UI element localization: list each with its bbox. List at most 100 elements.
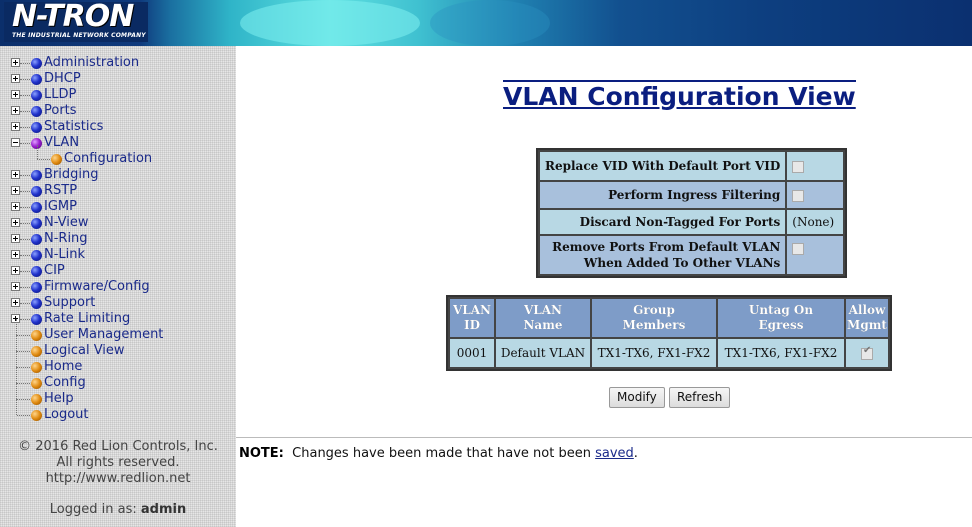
expand-icon[interactable] bbox=[11, 298, 20, 307]
sidebar-item-label[interactable]: Administration bbox=[44, 55, 139, 71]
sidebar-item-label[interactable]: CIP bbox=[44, 263, 65, 279]
tree-connector bbox=[20, 223, 30, 224]
expand-icon[interactable] bbox=[11, 202, 20, 211]
sidebar-item-label[interactable]: LLDP bbox=[44, 87, 76, 103]
allow-mgmt-checkbox[interactable]: ✔ bbox=[861, 345, 873, 360]
sidebar-item-label[interactable]: User Management bbox=[44, 327, 163, 343]
sidebar-item-n-view[interactable]: N-View bbox=[0, 215, 236, 231]
sidebar-item-rstp[interactable]: RSTP bbox=[0, 183, 236, 199]
sidebar-item-label[interactable]: Ports bbox=[44, 103, 77, 119]
modify-button[interactable]: Modify bbox=[609, 387, 665, 408]
remove-ports-checkbox[interactable] bbox=[792, 242, 805, 255]
col-vlan-name: VLAN Name bbox=[496, 299, 590, 337]
sidebar-item-logout[interactable]: Logout bbox=[0, 399, 236, 423]
header-text: VLAN bbox=[523, 303, 563, 317]
sidebar-item-label[interactable]: Support bbox=[44, 295, 95, 311]
sidebar-item-support[interactable]: Support bbox=[0, 295, 236, 311]
tree-connector bbox=[20, 95, 30, 96]
expand-icon[interactable] bbox=[11, 186, 20, 195]
tree-connector bbox=[20, 143, 30, 144]
header-text: Group bbox=[633, 303, 675, 317]
logo-text: N-TRON bbox=[12, 0, 134, 34]
expand-icon[interactable] bbox=[11, 266, 20, 275]
sidebar-item-label[interactable]: VLAN bbox=[44, 135, 79, 151]
tree-connector bbox=[17, 415, 30, 416]
expand-icon[interactable] bbox=[11, 74, 20, 83]
setting-label: Perform Ingress Filtering bbox=[540, 182, 786, 208]
ntron-logo[interactable]: N-TRON THE INDUSTRIAL NETWORK COMPANY bbox=[4, 0, 148, 42]
sidebar-item-label[interactable]: Statistics bbox=[44, 119, 103, 135]
sidebar-item-label[interactable]: N-Link bbox=[44, 247, 85, 263]
sidebar-item-logical-view[interactable]: Logical View bbox=[0, 335, 236, 359]
tree-connector bbox=[37, 145, 38, 159]
orange-bullet-icon bbox=[31, 346, 42, 357]
logo-subtitle: THE INDUSTRIAL NETWORK COMPANY bbox=[12, 32, 146, 39]
saved-link[interactable]: saved bbox=[595, 446, 634, 461]
sidebar-item-home[interactable]: Home bbox=[0, 351, 236, 375]
blue-bullet-icon bbox=[31, 74, 42, 85]
sidebar-item-label[interactable]: N-Ring bbox=[44, 231, 88, 247]
header-text: Allow bbox=[848, 303, 886, 317]
expand-icon[interactable] bbox=[11, 170, 20, 179]
sidebar-item-rate-limiting[interactable]: Rate Limiting bbox=[0, 311, 236, 327]
expand-icon[interactable] bbox=[11, 58, 20, 67]
table-row[interactable]: 0001 Default VLAN TX1-TX6, FX1-FX2 TX1-T… bbox=[450, 339, 888, 367]
sidebar-item-label[interactable]: Bridging bbox=[44, 167, 98, 183]
collapse-icon[interactable] bbox=[11, 138, 20, 147]
expand-icon[interactable] bbox=[11, 218, 20, 227]
sidebar-item-label[interactable]: IGMP bbox=[44, 199, 77, 215]
sidebar-item-igmp[interactable]: IGMP bbox=[0, 199, 236, 215]
sidebar-item-label[interactable]: N-View bbox=[44, 215, 89, 231]
vlan-table: VLAN ID VLAN Name Group Members Untag On Egr… bbox=[446, 295, 892, 371]
note-label: NOTE: bbox=[239, 446, 284, 461]
sidebar-item-cip[interactable]: CIP bbox=[0, 263, 236, 279]
sidebar-item-label[interactable]: Configuration bbox=[64, 151, 152, 167]
tree-connector bbox=[20, 319, 30, 320]
sidebar-item-ports[interactable]: Ports bbox=[0, 103, 236, 119]
sidebar-item-vlan[interactable]: VLAN bbox=[0, 135, 236, 151]
sidebar-item-user-management[interactable]: User Management bbox=[0, 319, 236, 343]
setting-value bbox=[787, 236, 844, 274]
setting-label-line: When Added To Other VLANs bbox=[583, 256, 781, 270]
tree-connector bbox=[20, 79, 30, 80]
sidebar-item-label[interactable]: Firmware/Config bbox=[44, 279, 150, 295]
tree-connector bbox=[20, 175, 30, 176]
sidebar-item-bridging[interactable]: Bridging bbox=[0, 167, 236, 183]
expand-icon[interactable] bbox=[11, 122, 20, 131]
tree-connector bbox=[17, 383, 30, 384]
sidebar-item-administration[interactable]: Administration bbox=[0, 55, 236, 71]
expand-icon[interactable] bbox=[11, 282, 20, 291]
sidebar-item-help[interactable]: Help bbox=[0, 383, 236, 407]
sidebar-item-label[interactable]: Config bbox=[44, 375, 86, 391]
sidebar-item-statistics[interactable]: Statistics bbox=[0, 119, 236, 135]
blue-bullet-icon bbox=[31, 250, 42, 261]
sidebar-item-label[interactable]: Logout bbox=[44, 407, 89, 423]
sidebar-item-n-ring[interactable]: N-Ring bbox=[0, 231, 236, 247]
sidebar-item-lldp[interactable]: LLDP bbox=[0, 87, 236, 103]
blue-bullet-icon bbox=[31, 234, 42, 245]
sidebar-item-config[interactable]: Config bbox=[0, 367, 236, 391]
ingress-filtering-checkbox[interactable] bbox=[792, 189, 805, 202]
sidebar-item-label[interactable]: Logical View bbox=[44, 343, 125, 359]
sidebar-item-label[interactable]: Help bbox=[44, 391, 74, 407]
sidebar-item-configuration[interactable]: Configuration bbox=[0, 145, 236, 167]
sidebar-item-label[interactable]: Rate Limiting bbox=[44, 311, 130, 327]
sidebar-item-dhcp[interactable]: DHCP bbox=[0, 71, 236, 87]
sidebar-item-label[interactable]: RSTP bbox=[44, 183, 77, 199]
sidebar-item-label[interactable]: Home bbox=[44, 359, 82, 375]
expand-icon[interactable] bbox=[11, 250, 20, 259]
group-members-cell: TX1-TX6, FX1-FX2 bbox=[592, 339, 716, 367]
blue-bullet-icon bbox=[31, 298, 42, 309]
orange-bullet-icon bbox=[51, 154, 62, 165]
setting-label: Discard Non-Tagged For Ports bbox=[540, 210, 786, 234]
replace-vid-checkbox[interactable] bbox=[792, 160, 805, 173]
refresh-button[interactable]: Refresh bbox=[669, 387, 731, 408]
expand-icon[interactable] bbox=[11, 234, 20, 243]
sidebar-item-label[interactable]: DHCP bbox=[44, 71, 81, 87]
blue-bullet-icon bbox=[31, 282, 42, 293]
expand-icon[interactable] bbox=[11, 106, 20, 115]
sidebar-item-firmware-config[interactable]: Firmware/Config bbox=[0, 279, 236, 295]
sidebar-item-n-link[interactable]: N-Link bbox=[0, 247, 236, 263]
expand-icon[interactable] bbox=[11, 90, 20, 99]
discard-ports-value[interactable]: (None) bbox=[787, 210, 844, 234]
